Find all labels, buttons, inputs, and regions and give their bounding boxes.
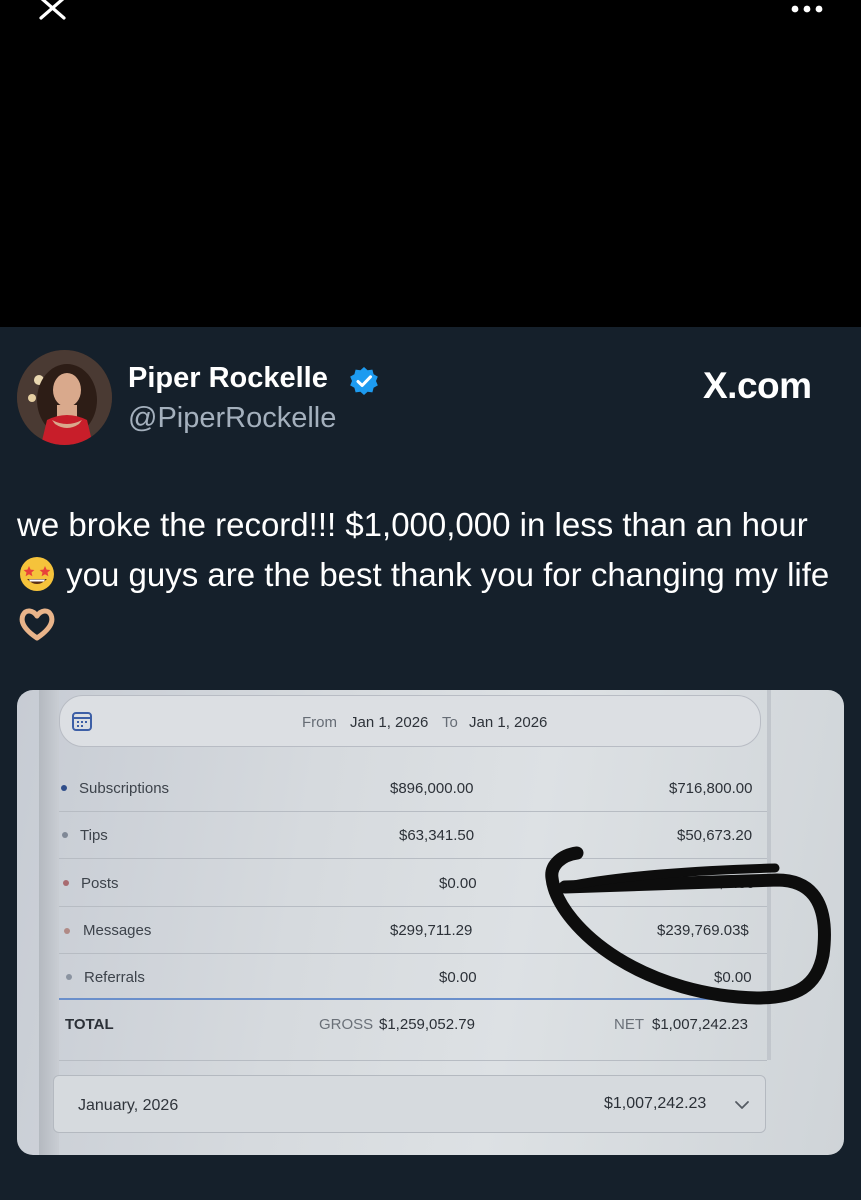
gross-label: GROSS (319, 1016, 374, 1033)
from-date[interactable]: Jan 1, 2026 (350, 714, 428, 731)
gross-total: $1,259,052.79 (379, 1016, 475, 1033)
total-label: TOTAL (65, 1016, 114, 1033)
post-text: we broke the record!!! $1,000,000 in les… (17, 500, 837, 650)
month-value: $1,007,242.23 (604, 1095, 707, 1112)
row-label-subscriptions: Subscriptions (79, 780, 170, 797)
post-text-part1: we broke the record!!! $1,000,000 in les… (17, 506, 808, 543)
author-name[interactable]: Piper Rockelle (128, 362, 328, 395)
attached-photo[interactable]: From Jan 1, 2026 To Jan 1, 2026 Subscrip… (17, 690, 844, 1155)
month-label: January, 2026 (78, 1097, 179, 1114)
row-net-posts: $0.00 (717, 875, 755, 892)
row-label-posts: Posts (81, 875, 119, 892)
row-gross-messages: $299,711.29 (390, 922, 473, 939)
row-divider (59, 858, 767, 859)
chevron-down-icon[interactable] (734, 1099, 750, 1111)
author-handle[interactable]: @PiperRockelle (128, 402, 336, 435)
row-dot-posts (63, 880, 69, 886)
row-net-tips: $50,673.20 (677, 827, 753, 844)
verified-badge-icon (350, 367, 378, 395)
more-dots-icon (791, 5, 823, 13)
row-net-messages: $239,769.03$ (657, 922, 749, 939)
close-icon (39, 0, 66, 20)
row-dot-referrals (66, 974, 72, 980)
total-bottom-divider (59, 1060, 767, 1061)
to-date[interactable]: Jan 1, 2026 (469, 714, 547, 731)
row-label-referrals: Referrals (84, 969, 145, 986)
row-dot-subscriptions (61, 785, 67, 791)
brand-label: X.com (703, 365, 812, 406)
row-gross-subscriptions: $896,000.00 (390, 780, 474, 797)
to-label: To (442, 714, 458, 731)
calendar-icon[interactable] (71, 710, 93, 732)
row-divider (59, 953, 767, 954)
row-net-subscriptions: $716,800.00 (669, 780, 753, 797)
from-label: From (302, 714, 337, 731)
row-label-tips: Tips (80, 827, 108, 844)
row-gross-referrals: $0.00 (439, 969, 477, 986)
heart-hands-emoji-icon (19, 608, 55, 641)
star-struck-emoji-icon (20, 557, 54, 592)
panel-edge (767, 690, 771, 1060)
net-total: $1,007,242.23 (652, 1016, 748, 1033)
post-text-part2: you guys are the best thank you for chan… (66, 556, 830, 593)
row-gross-tips: $63,341.50 (399, 827, 475, 844)
row-gross-posts: $0.00 (439, 875, 477, 892)
net-label: NET (614, 1016, 644, 1033)
close-button[interactable] (34, 0, 70, 22)
row-dot-tips (62, 832, 68, 838)
row-dot-messages (64, 928, 70, 934)
row-divider (59, 811, 767, 812)
total-divider (59, 998, 771, 1000)
media-viewer-header (0, 0, 861, 327)
avatar[interactable] (17, 350, 112, 445)
row-net-referrals: $0.00 (714, 969, 752, 986)
row-divider (59, 906, 767, 907)
row-label-messages: Messages (83, 922, 152, 939)
more-options-button[interactable] (786, 0, 834, 20)
